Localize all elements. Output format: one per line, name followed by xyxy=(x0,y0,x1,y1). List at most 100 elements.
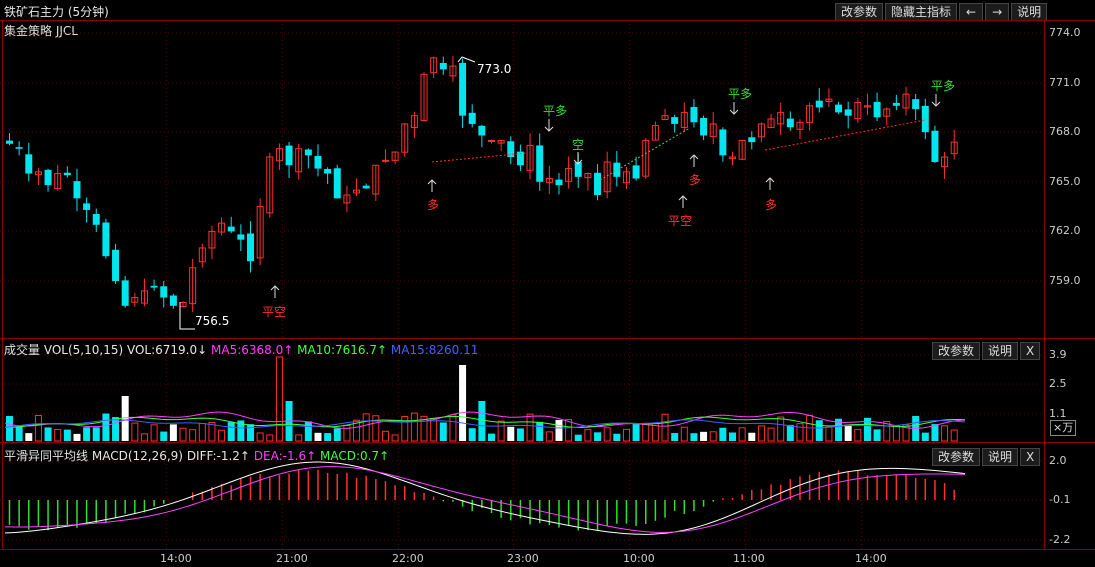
volume-bar xyxy=(169,424,177,441)
macd-help-button[interactable]: 说明 xyxy=(982,448,1019,466)
volume-bar xyxy=(488,433,495,441)
candle-body xyxy=(892,102,900,106)
x-tick: 14:00 xyxy=(855,552,887,565)
volume-bar xyxy=(266,434,274,442)
candle-body xyxy=(237,234,245,240)
volume-bar xyxy=(941,425,949,442)
candle-body xyxy=(594,172,602,196)
volume-unit-badge[interactable]: ×万 xyxy=(1050,420,1077,436)
signal-label: 多 xyxy=(689,173,702,187)
volume-bar xyxy=(786,424,794,441)
signal-label: 平多 xyxy=(543,104,568,118)
volume-bar xyxy=(574,434,582,441)
volume-bar xyxy=(25,433,33,441)
candle-body xyxy=(748,137,756,143)
candle-body xyxy=(15,147,23,149)
volume-bar xyxy=(15,425,23,441)
x-tick: 21:00 xyxy=(276,552,308,565)
volume-bar xyxy=(796,423,804,442)
candle-body xyxy=(6,140,13,144)
volume-bar xyxy=(247,424,254,441)
volume-bar xyxy=(324,433,332,441)
volume-bar xyxy=(227,422,235,441)
signal-label: 空 xyxy=(572,138,585,152)
volume-help-button[interactable]: 说明 xyxy=(982,342,1019,360)
volume-bar xyxy=(700,431,708,441)
volume-bar xyxy=(372,415,380,442)
y-tick: 774.0 xyxy=(1049,26,1081,39)
candle-body xyxy=(102,222,110,257)
volume-bar xyxy=(54,429,62,442)
candle-body xyxy=(439,62,447,70)
y-tick: 759.0 xyxy=(1049,274,1081,287)
vol-y-tick: 1.1 xyxy=(1049,407,1067,420)
volume-params-button[interactable]: 改参数 xyxy=(932,342,981,360)
volume-close-button[interactable]: X xyxy=(1020,342,1041,360)
candle-body xyxy=(815,100,823,108)
macd-close-button[interactable]: X xyxy=(1020,448,1041,466)
candle-body xyxy=(314,155,322,169)
candle-body xyxy=(844,109,852,116)
volume-bar xyxy=(825,426,833,442)
vol-y-tick: 2.5 xyxy=(1049,377,1067,390)
volume-bar xyxy=(526,413,534,442)
candle-body xyxy=(873,101,881,118)
signal-label: 平多 xyxy=(931,79,956,93)
candle-body xyxy=(468,112,476,124)
volume-bar xyxy=(815,420,823,441)
signal-label: 平多 xyxy=(728,87,753,101)
candle-body xyxy=(536,145,544,182)
candle-body xyxy=(381,159,389,162)
signal-label: 多 xyxy=(427,198,440,212)
x-tick: 11:00 xyxy=(733,552,765,565)
volume-bar xyxy=(102,413,110,441)
volume-bar xyxy=(690,433,698,441)
volume-bar xyxy=(738,427,746,442)
volume-ma5: MA5:6368.0↑ xyxy=(211,343,294,357)
volume-ma15: MA15:8260.11 xyxy=(390,343,479,357)
candle-body xyxy=(285,145,293,166)
candle-body xyxy=(44,169,52,186)
volume-bar xyxy=(777,416,785,442)
volume-bar xyxy=(179,427,187,442)
macd-params-button[interactable]: 改参数 xyxy=(932,448,981,466)
candle-body xyxy=(25,154,33,174)
macd-dea: DEA:-1.6↑ xyxy=(253,449,317,463)
volume-bar xyxy=(603,427,611,442)
y-tick: 762.0 xyxy=(1049,224,1081,237)
volume-bar xyxy=(112,417,120,441)
volume-bar xyxy=(632,424,640,441)
candlesticks xyxy=(6,56,958,313)
candle-body xyxy=(931,130,939,162)
candle-body xyxy=(227,226,235,232)
candle-body xyxy=(478,125,486,136)
macd-toolbar: 改参数 说明 X xyxy=(932,448,1041,466)
volume-bar xyxy=(150,424,158,442)
candle-body xyxy=(690,106,698,123)
candle-body xyxy=(73,181,81,199)
volume-bar xyxy=(189,429,197,442)
volume-bar xyxy=(439,422,447,441)
volume-bar xyxy=(613,433,621,441)
volume-bar xyxy=(275,356,283,442)
low-price-label: 756.5 xyxy=(195,314,230,328)
candle-body xyxy=(632,165,640,179)
volume-bar xyxy=(449,414,457,442)
volume-bar xyxy=(198,423,206,442)
y-tick: 765.0 xyxy=(1049,175,1081,188)
signal-label: 平空 xyxy=(262,305,287,319)
volume-bar xyxy=(748,432,756,441)
x-tick: 23:00 xyxy=(507,552,539,565)
candle-body xyxy=(921,105,929,133)
volume-bar xyxy=(391,434,399,442)
macd-lines xyxy=(4,461,966,535)
volume-bar xyxy=(73,433,81,441)
volume-bar xyxy=(680,426,688,442)
candle-body xyxy=(83,203,91,210)
volume-bar xyxy=(671,433,679,441)
volume-name: 成交量 xyxy=(4,343,41,357)
volume-bar xyxy=(63,429,71,441)
x-tick: 10:00 xyxy=(623,552,655,565)
candle-body xyxy=(488,139,495,142)
high-price-label: 773.0 xyxy=(477,62,512,76)
